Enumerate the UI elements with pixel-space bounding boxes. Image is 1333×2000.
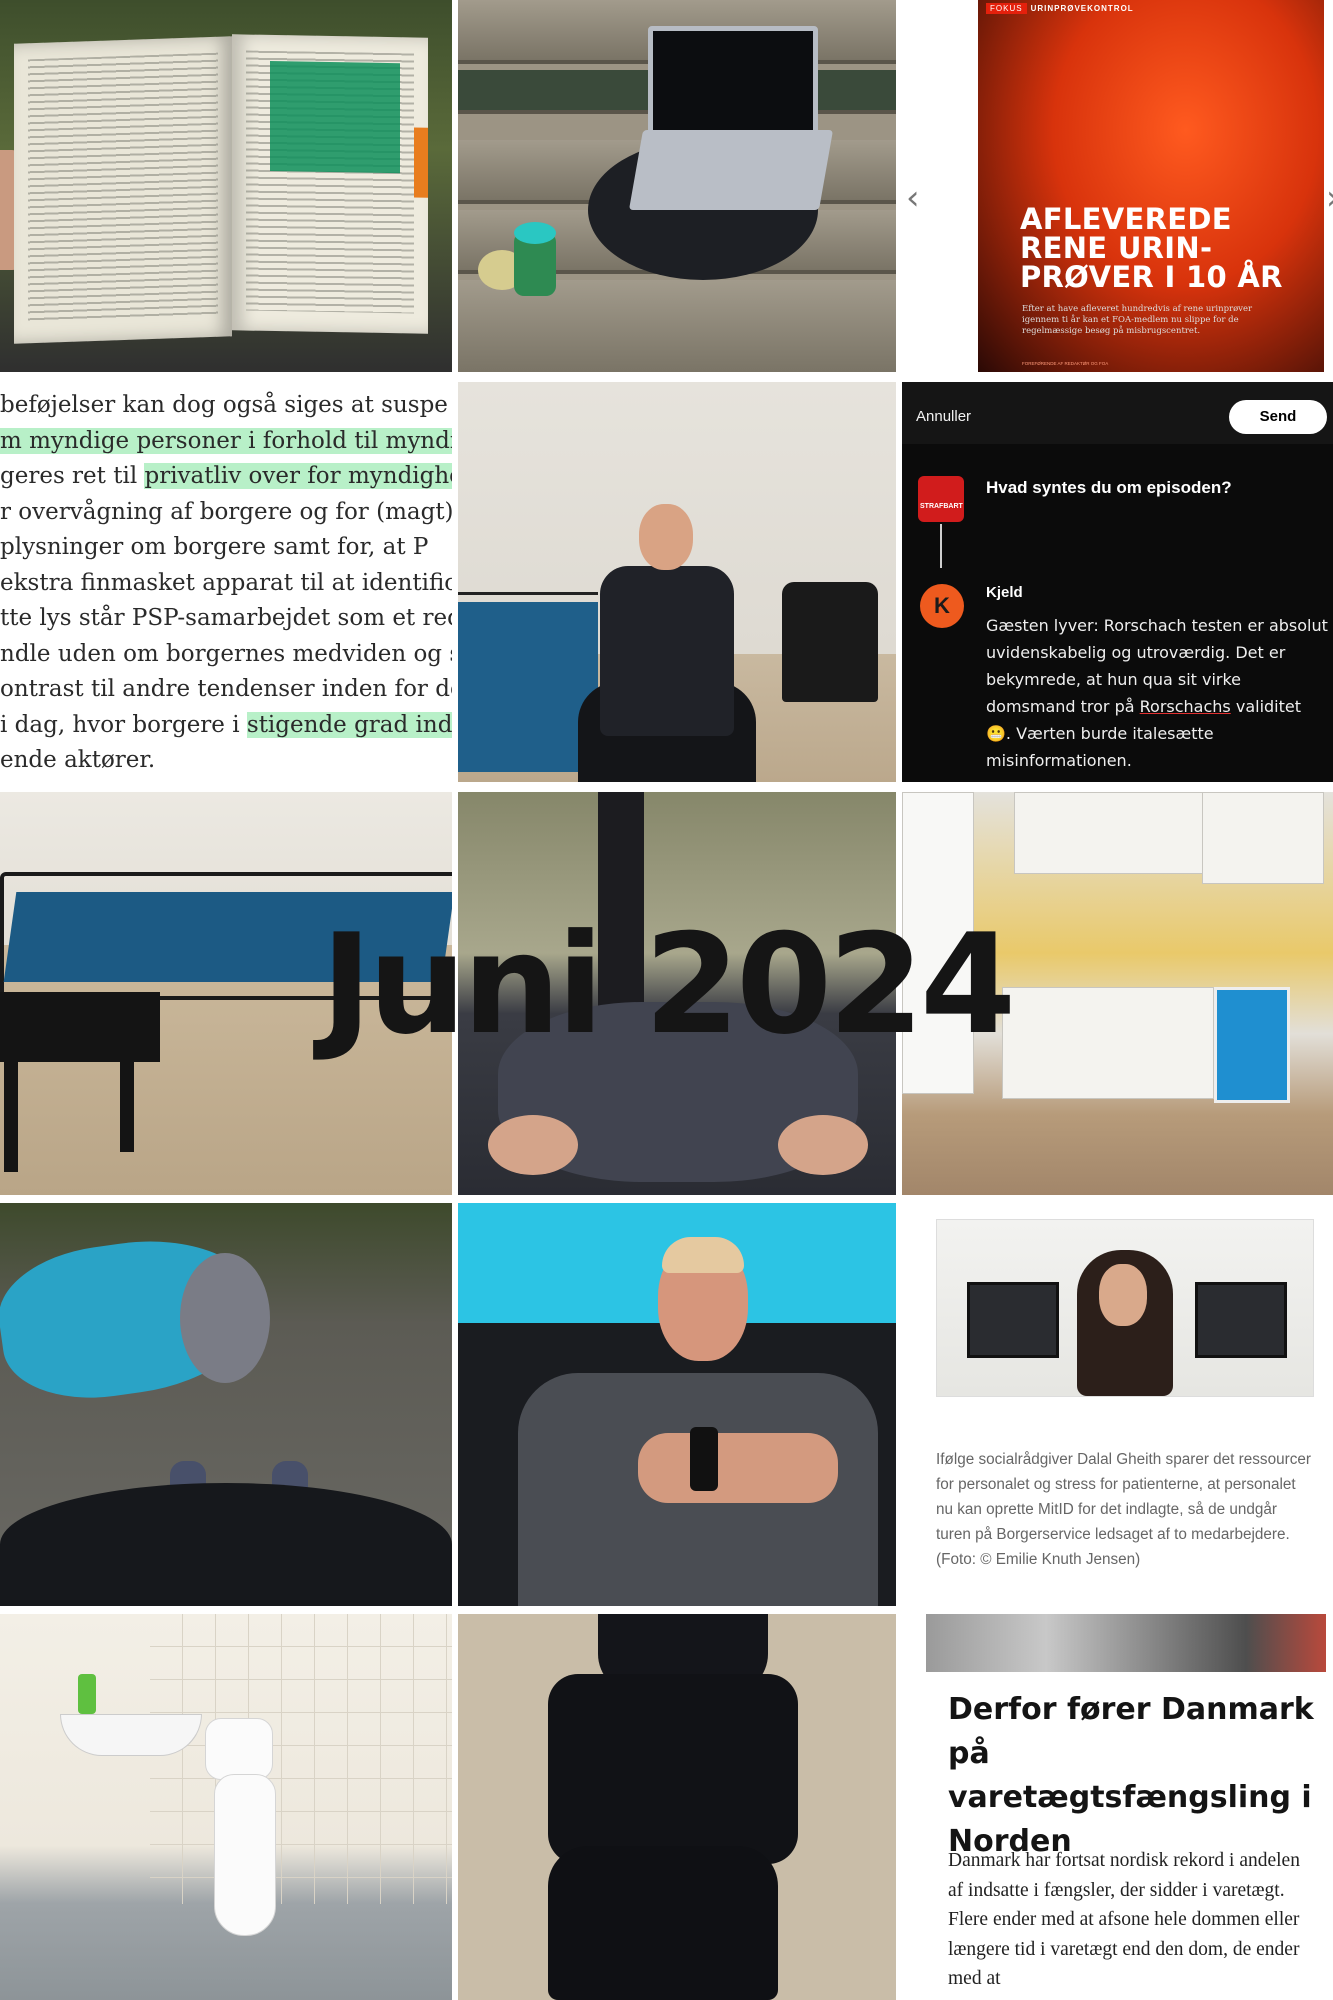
comment-text: Gæsten lyver: Rorschach testen er absolu…	[986, 616, 1328, 770]
avatar: K	[920, 584, 964, 628]
article-headline[interactable]: Derfor fører Danmark på varetægtsfængsli…	[948, 1688, 1318, 1864]
duffel-bag	[548, 1674, 798, 1864]
book-page-right	[232, 34, 428, 334]
text-line: m myndige personer i forhold til myndi	[0, 427, 452, 454]
book-page-left	[14, 36, 232, 344]
sink	[60, 1714, 202, 1756]
cancel-button[interactable]: Annuller	[916, 408, 971, 425]
send-button[interactable]: Send	[1229, 400, 1327, 434]
news-article: Derfor fører Danmark på varetægtsfængsli…	[902, 1614, 1333, 2000]
chevron-right-icon[interactable]: ›	[1326, 178, 1333, 218]
text-highlight: stigende grad indd	[246, 711, 452, 738]
comment-app-screen: Annuller Send STRAFBART Hvad syntes du o…	[902, 382, 1333, 782]
photo-sleeping-bag-feet	[0, 1203, 452, 1606]
text-line: ekstra finmasket apparat til at identifi…	[0, 569, 452, 596]
text-line: plysninger om borgere samt for, at P	[0, 534, 429, 560]
photo-man-lying	[458, 1203, 896, 1606]
soap-dispenser	[78, 1674, 96, 1714]
commenter-name: Kjeld	[986, 584, 1023, 601]
text-line: geres ret til privatliv over for myndigh…	[0, 463, 452, 489]
text-line: beføjelser kan dog også siges at suspe	[0, 392, 448, 418]
magazine-cover: FOKUS URINPRØVEKONTROL AFLEVEREDE RENE UR…	[978, 0, 1324, 372]
computer-monitor	[1195, 1282, 1287, 1358]
highlighted-text-page: beføjelser kan dog også siges at suspe m …	[0, 382, 452, 782]
magazine-page: ‹ FOKUS URINPRØVEKONTROL AFLEVEREDE RENE …	[902, 0, 1333, 372]
article-photo	[926, 1614, 1326, 1672]
magazine-footer: FOREFØRENDE AF REDAKTØR OG FOA	[1022, 361, 1109, 366]
text-line: tte lys står PSP-samarbejdet som et reds…	[0, 605, 452, 631]
magazine-lead: Efter at have afleveret hundredvis af re…	[1022, 304, 1253, 336]
episode-question: Hvad syntes du om episoden?	[986, 478, 1232, 497]
collage-title: Juni 2024	[320, 904, 1016, 1065]
photo-caption: Ifølge socialrådgiver Dalal Gheith spare…	[936, 1451, 1311, 1568]
text-highlight: privatliv over for myndighede	[144, 463, 452, 489]
show-logo: STRAFBART	[918, 476, 964, 522]
laptop-screen	[648, 26, 818, 136]
toilet	[205, 1718, 273, 1780]
chevron-left-icon[interactable]: ‹	[906, 178, 920, 218]
app-header: Annuller Send	[902, 382, 1333, 444]
news-article-photo: Ifølge socialrådgiver Dalal Gheith spare…	[902, 1203, 1333, 1606]
photo-bathroom	[0, 1614, 452, 2000]
smartwatch	[690, 1427, 718, 1491]
man-head	[639, 504, 693, 570]
duffel-bag	[548, 1846, 778, 2000]
comment-link[interactable]: Rorschachs	[1140, 697, 1231, 716]
book-highlight	[270, 60, 400, 174]
photo-laptop-on-bench	[458, 0, 896, 372]
magazine-section-name: URINPRØVEKONTROL	[1030, 4, 1134, 13]
text-line: ende aktører.	[0, 747, 156, 773]
bed	[458, 602, 598, 772]
book-tab	[414, 127, 428, 198]
laptop-keyboard	[628, 130, 834, 210]
article-body: Danmark har fortsat nordisk rekord i and…	[948, 1850, 1300, 1989]
text-highlight: m myndige personer i forhold til myndi	[0, 427, 452, 454]
text-line: ndle uden om borgernes medviden og sa	[0, 640, 452, 667]
magazine-headline: AFLEVEREDE RENE URIN- PRØVER I 10 ÅR	[1020, 202, 1283, 294]
news-photo	[936, 1219, 1314, 1397]
photo-open-book	[0, 0, 452, 372]
magazine-section-tag: FOKUS	[986, 3, 1027, 14]
text-line: r overvågning af borgere og for (magt)mi	[0, 498, 452, 525]
photo-bags	[458, 1614, 896, 2000]
man	[600, 566, 734, 736]
armchair	[782, 582, 878, 702]
text-line: ontrast til andre tendenser inden for de	[0, 676, 452, 702]
photo-man-in-room	[458, 382, 896, 782]
text-line: i dag, hvor borgere i stigende grad indd	[0, 711, 452, 738]
computer-monitor	[967, 1282, 1059, 1358]
